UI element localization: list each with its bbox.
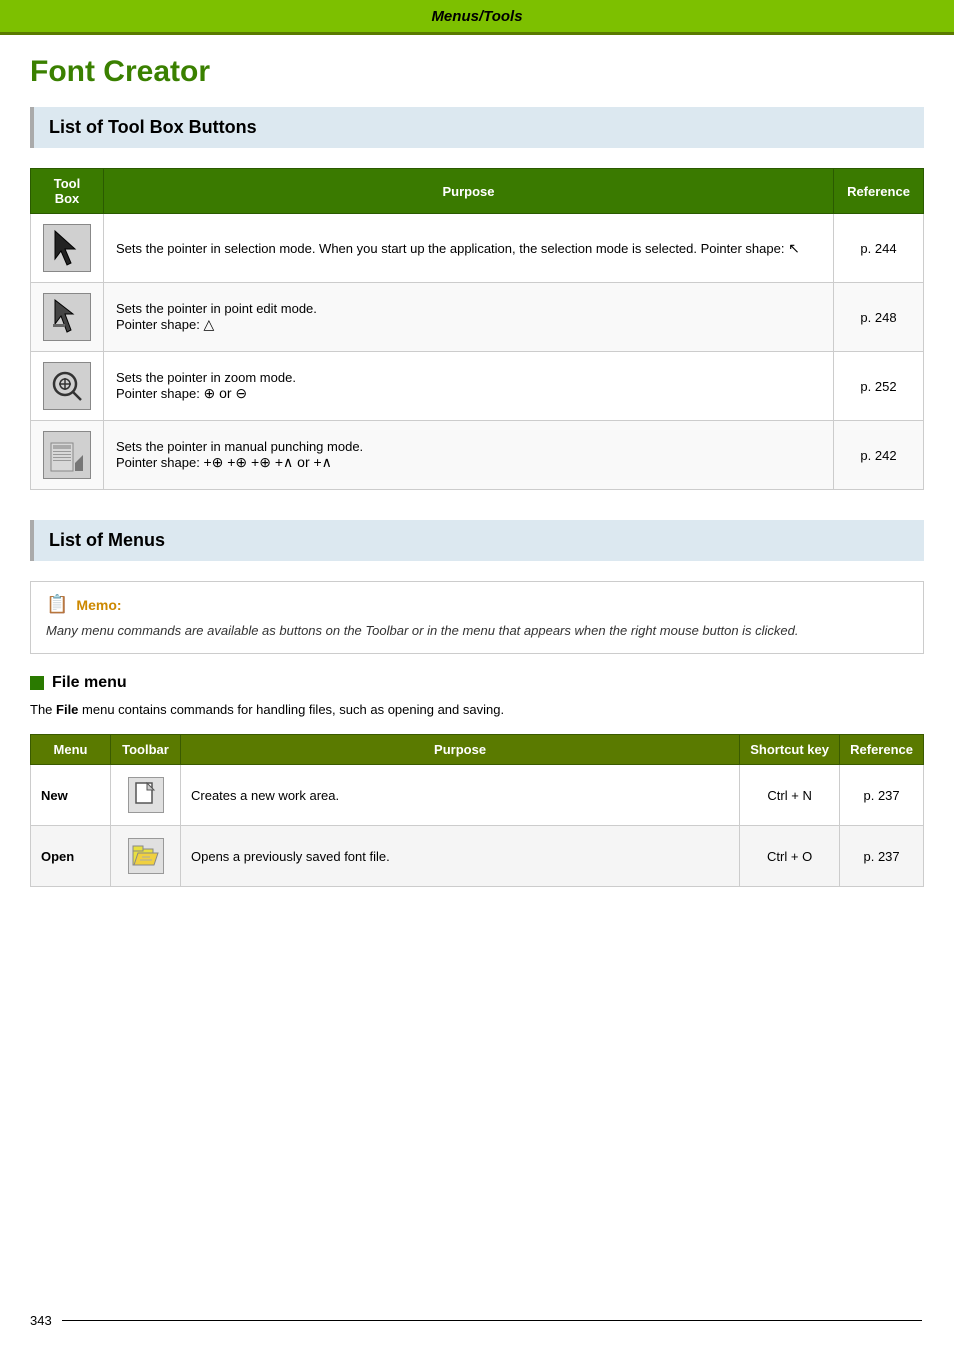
tool-purpose-cell: Sets the pointer in selection mode. When…: [104, 214, 834, 283]
pointer-symbol-2: △: [203, 316, 214, 332]
footer-line: [62, 1320, 922, 1321]
memo-box: 📋 Memo: Many menu commands are available…: [30, 581, 924, 654]
table-row: Sets the pointer in point edit mode. Poi…: [31, 283, 924, 352]
tool-purpose-main: Sets the pointer in manual punching mode…: [116, 439, 821, 454]
pointer-symbol-4: +⊕ +⊕ +⊕ +∧ or +∧: [203, 454, 331, 470]
open-file-icon: [128, 838, 164, 874]
page-number: 343: [30, 1313, 52, 1328]
tool-purpose-cell: Sets the pointer in point edit mode. Poi…: [104, 283, 834, 352]
purpose-cell: Opens a previously saved font file.: [181, 826, 740, 887]
ref-cell: p. 237: [840, 765, 924, 826]
tool-purpose-main: Sets the pointer in point edit mode.: [116, 301, 821, 316]
tool-ref-cell-3: p. 252: [834, 352, 924, 421]
punch-icon: [43, 431, 91, 479]
pointer-symbol: ↖: [788, 240, 800, 256]
shortcut-cell: Ctrl + N: [740, 765, 840, 826]
ref-cell: p. 237: [840, 826, 924, 887]
table-row: New Creates a new work area. Ctrl + N p.…: [31, 765, 924, 826]
top-bar-title: Menus/Tools: [431, 8, 522, 25]
col-reference: Reference: [834, 169, 924, 214]
square-icon: [30, 676, 44, 690]
tool-purpose-text: Sets the pointer in selection mode. When…: [116, 241, 788, 256]
menu-table: Menu Toolbar Purpose Shortcut key Refere…: [30, 734, 924, 887]
table-row: Sets the pointer in zoom mode. Pointer s…: [31, 352, 924, 421]
tool-purpose-cell: Sets the pointer in manual punching mode…: [104, 421, 834, 490]
tool-ref-cell: p. 244: [834, 214, 924, 283]
col-shortcut: Shortcut key: [740, 735, 840, 765]
tool-ref-cell-4: p. 242: [834, 421, 924, 490]
tool-purpose-sub: Pointer shape: ⊕ or ⊖: [116, 385, 821, 402]
tool-icon-cell: [31, 421, 104, 490]
page-footer: 343: [30, 1313, 922, 1328]
toolbar-icon-cell: [111, 765, 181, 826]
tool-icon-cell: [31, 283, 104, 352]
col-purpose: Purpose: [104, 169, 834, 214]
desc-post: menu contains commands for handling file…: [78, 702, 504, 717]
file-menu-heading: File menu: [30, 674, 924, 692]
col-menu: Menu: [31, 735, 111, 765]
col-toolbar: Toolbar: [111, 735, 181, 765]
memo-text: Many menu commands are available as butt…: [46, 621, 908, 641]
col-reference: Reference: [840, 735, 924, 765]
selection-icon: [43, 224, 91, 272]
tool-icon-cell: [31, 352, 104, 421]
table-row: Sets the pointer in selection mode. When…: [31, 214, 924, 283]
zoom-icon: [43, 362, 91, 410]
file-menu-description: The File menu contains commands for hand…: [30, 700, 924, 720]
file-menu-label: File menu: [52, 674, 127, 692]
purpose-cell: Creates a new work area.: [181, 765, 740, 826]
tool-box-table: Tool Box Purpose Reference Sets the poin…: [30, 168, 924, 490]
toolbar-icon-cell: [111, 826, 181, 887]
tool-box-section-heading: List of Tool Box Buttons: [30, 107, 924, 148]
memo-label: Memo:: [76, 597, 121, 613]
table-row: Sets the pointer in manual punching mode…: [31, 421, 924, 490]
menu-name: Open: [31, 826, 111, 887]
tool-purpose-cell: Sets the pointer in zoom mode. Pointer s…: [104, 352, 834, 421]
desc-bold: File: [56, 702, 78, 717]
new-file-icon: [128, 777, 164, 813]
menus-section-heading: List of Menus: [30, 520, 924, 561]
pointer-symbol-3: ⊕ or ⊖: [203, 385, 247, 401]
table-row: Open Opens a previously saved font file.…: [31, 826, 924, 887]
memo-header: 📋 Memo:: [46, 594, 908, 615]
desc-pre: The: [30, 702, 56, 717]
memo-icon: 📋: [46, 594, 68, 615]
tool-purpose-main: Sets the pointer in zoom mode.: [116, 370, 821, 385]
tool-purpose-sub: Pointer shape: △: [116, 316, 821, 333]
tool-icon-cell: [31, 214, 104, 283]
point-edit-icon: [43, 293, 91, 341]
tool-ref-cell-2: p. 248: [834, 283, 924, 352]
page-title: Font Creator: [30, 55, 924, 89]
main-content: Font Creator List of Tool Box Buttons To…: [0, 35, 954, 947]
top-bar: Menus/Tools: [0, 0, 954, 32]
col-purpose: Purpose: [181, 735, 740, 765]
tool-purpose-sub: Pointer shape: +⊕ +⊕ +⊕ +∧ or +∧: [116, 454, 821, 471]
menu-name: New: [31, 765, 111, 826]
shortcut-cell: Ctrl + O: [740, 826, 840, 887]
col-toolbox: Tool Box: [31, 169, 104, 214]
